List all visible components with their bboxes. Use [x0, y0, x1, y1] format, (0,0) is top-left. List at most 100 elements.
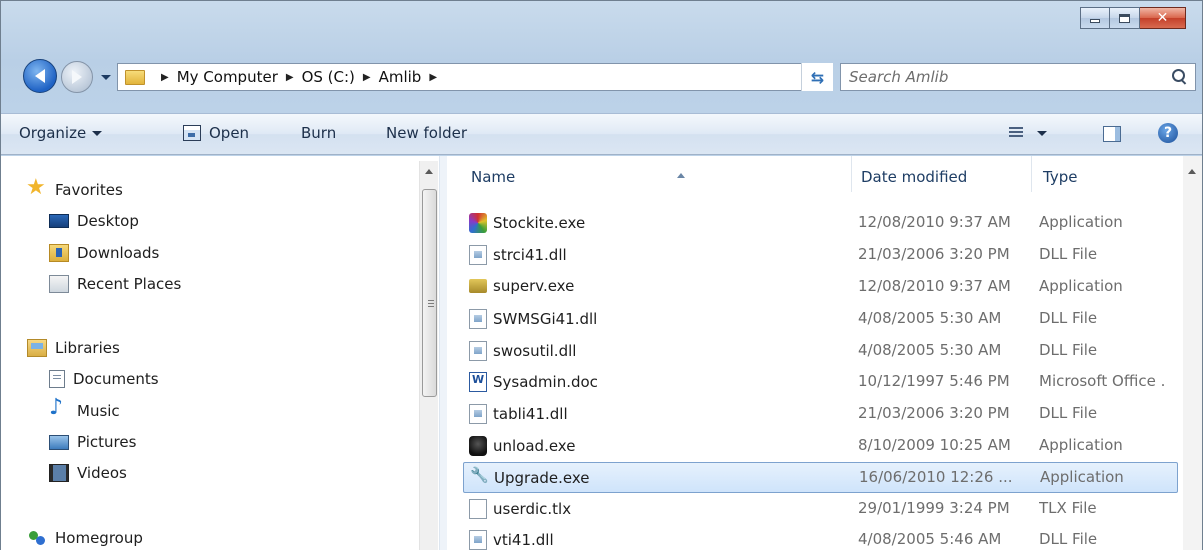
minimize-button[interactable]	[1080, 7, 1110, 29]
preview-pane-button[interactable]	[1103, 126, 1121, 142]
file-row[interactable]: vti41.dll 4/08/2005 5:46 AM DLL File	[463, 525, 1178, 550]
search-input[interactable]: Search Amlib	[849, 68, 948, 86]
file-type: Microsoft Office .	[1039, 372, 1166, 390]
file-row[interactable]: superv.exe 12/08/2010 9:37 AM Applicatio…	[463, 272, 1178, 303]
file-row[interactable]: SWMSGi41.dll 4/08/2005 5:30 AM DLL File	[463, 304, 1178, 335]
search-icon[interactable]	[1172, 69, 1188, 85]
refresh-button[interactable]: ⇆	[801, 63, 833, 91]
breadcrumb-os-c[interactable]: OS (C:)	[302, 68, 355, 86]
breadcrumb-my-computer[interactable]: My Computer	[177, 68, 278, 86]
file-row[interactable]: Sysadmin.doc 10/12/1997 5:46 PM Microsof…	[463, 367, 1178, 398]
open-button[interactable]: Open	[183, 124, 249, 142]
scroll-up-icon[interactable]	[1188, 169, 1196, 174]
sidebar-item-libraries[interactable]: Libraries	[27, 336, 120, 360]
file-row[interactable]: unload.exe 8/10/2009 10:25 AM Applicatio…	[463, 431, 1178, 462]
file-type: DLL File	[1039, 404, 1098, 422]
sidebar-item-homegroup[interactable]: Homegroup	[27, 526, 143, 550]
file-row[interactable]: strci41.dll 21/03/2006 3:20 PM DLL File	[463, 240, 1178, 271]
file-name-cell: strci41.dll	[469, 245, 567, 265]
forward-button[interactable]	[61, 61, 93, 93]
file-date: 21/03/2006 3:20 PM	[858, 404, 1010, 422]
file-list-scrollbar[interactable]	[1183, 156, 1202, 550]
file-row-selected[interactable]: Upgrade.exe 16/06/2010 12:26 ... Applica…	[463, 462, 1178, 493]
file-name: vti41.dll	[493, 531, 554, 549]
burn-label: Burn	[301, 124, 337, 142]
dll-file-icon	[469, 245, 487, 265]
close-button[interactable]: ✕	[1140, 7, 1186, 29]
grip-icon	[428, 300, 434, 307]
breadcrumb-separator-icon[interactable]: ▶	[161, 72, 169, 83]
file-row[interactable]: swosutil.dll 4/08/2005 5:30 AM DLL File	[463, 336, 1178, 367]
file-type: Application	[1039, 213, 1123, 231]
file-name: superv.exe	[493, 277, 575, 295]
file-row[interactable]: Stockite.exe 12/08/2010 9:37 AM Applicat…	[463, 208, 1178, 239]
sidebar-item-documents[interactable]: Documents	[49, 367, 159, 391]
column-header-date-modified[interactable]: Date modified	[861, 168, 967, 192]
new-folder-label: New folder	[386, 124, 468, 142]
column-divider[interactable]	[851, 156, 852, 192]
sidebar-item-videos[interactable]: Videos	[49, 461, 127, 485]
file-type: Application	[1040, 468, 1124, 486]
breadcrumb-amlib[interactable]: Amlib	[379, 68, 422, 86]
file-row[interactable]: tabli41.dll 21/03/2006 3:20 PM DLL File	[463, 399, 1178, 430]
column-header-type[interactable]: Type	[1043, 168, 1077, 192]
address-bar[interactable]: ▶ My Computer ▶ OS (C:) ▶ Amlib ▶	[117, 63, 833, 91]
explorer-window: ✕ ▶ My Computer ▶ OS (C:) ▶ Amlib ▶ ⇆ Se…	[0, 0, 1203, 550]
back-button[interactable]	[23, 59, 57, 93]
burn-button[interactable]: Burn	[301, 124, 336, 142]
caption-buttons: ✕	[1080, 7, 1186, 29]
sidebar-item-label: Documents	[73, 370, 159, 388]
forward-arrow-icon	[72, 70, 82, 84]
blank-file-icon	[469, 499, 487, 519]
recent-places-icon	[49, 275, 69, 293]
views-button[interactable]	[1009, 127, 1047, 139]
file-type: DLL File	[1039, 309, 1098, 327]
help-icon: ?	[1158, 123, 1178, 143]
file-name: unload.exe	[493, 437, 576, 455]
dll-file-icon	[469, 341, 487, 361]
pane-splitter[interactable]	[439, 156, 447, 550]
folder-icon	[125, 69, 145, 85]
scrollbar-thumb[interactable]	[422, 189, 437, 397]
sidebar-item-recent-places[interactable]: Recent Places	[49, 272, 181, 296]
scroll-up-icon[interactable]	[425, 169, 433, 174]
file-date: 12/08/2010 9:37 AM	[858, 277, 1011, 295]
column-header-name[interactable]: Name	[471, 168, 685, 192]
file-date: 29/01/1999 3:24 PM	[858, 499, 1010, 517]
maximize-button[interactable]	[1110, 7, 1140, 29]
maximize-icon	[1119, 13, 1130, 23]
sidebar-item-music[interactable]: Music	[49, 397, 120, 423]
command-bar: Organize Open Burn New folder ?	[1, 113, 1202, 155]
sidebar-item-label: Pictures	[77, 433, 137, 451]
navigation-pane: Favorites Desktop Downloads Recent Place…	[1, 156, 439, 550]
file-type: DLL File	[1039, 530, 1098, 548]
dll-file-icon	[469, 404, 487, 424]
unload-exe-icon	[469, 436, 487, 456]
open-label: Open	[209, 124, 250, 142]
minimize-icon	[1090, 19, 1100, 23]
new-folder-button[interactable]: New folder	[386, 124, 467, 142]
superv-exe-icon	[469, 279, 487, 293]
sidebar-item-label: Favorites	[55, 181, 123, 199]
file-row[interactable]: userdic.tlx 29/01/1999 3:24 PM TLX File	[463, 494, 1178, 525]
breadcrumb-separator-icon[interactable]: ▶	[429, 72, 437, 83]
search-box[interactable]: Search Amlib	[840, 63, 1196, 91]
sidebar-item-downloads[interactable]: Downloads	[49, 241, 159, 265]
file-name: Upgrade.exe	[494, 469, 590, 487]
file-list: Name Date modified Type Stockite.exe 12/…	[447, 156, 1202, 550]
navigation-pane-scrollbar[interactable]	[419, 161, 438, 550]
file-name-cell: vti41.dll	[469, 530, 554, 550]
organize-button[interactable]: Organize	[19, 124, 103, 142]
open-icon	[183, 125, 201, 141]
sidebar-item-label: Recent Places	[77, 275, 182, 293]
stockite-exe-icon	[469, 213, 487, 233]
breadcrumb-separator-icon[interactable]: ▶	[286, 72, 294, 83]
help-button[interactable]: ?	[1158, 123, 1178, 143]
sidebar-item-desktop[interactable]: Desktop	[49, 209, 139, 233]
recent-pages-dropdown[interactable]	[101, 75, 111, 80]
column-divider[interactable]	[1031, 156, 1032, 192]
breadcrumb-separator-icon[interactable]: ▶	[363, 72, 371, 83]
sidebar-item-favorites[interactable]: Favorites	[26, 177, 123, 202]
videos-icon	[49, 464, 69, 482]
sidebar-item-pictures[interactable]: Pictures	[49, 430, 136, 454]
